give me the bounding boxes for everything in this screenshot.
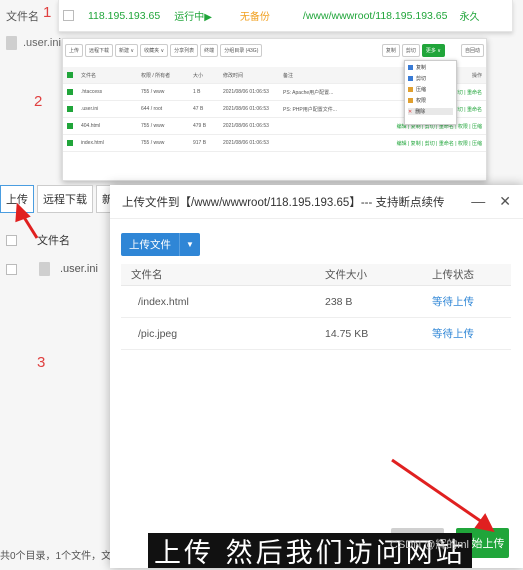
arrow-to-start-upload bbox=[391, 458, 483, 524]
annotation-arrows bbox=[15, 202, 495, 533]
arrowhead-start-upload bbox=[474, 513, 495, 533]
arrowhead-upload bbox=[15, 202, 31, 223]
